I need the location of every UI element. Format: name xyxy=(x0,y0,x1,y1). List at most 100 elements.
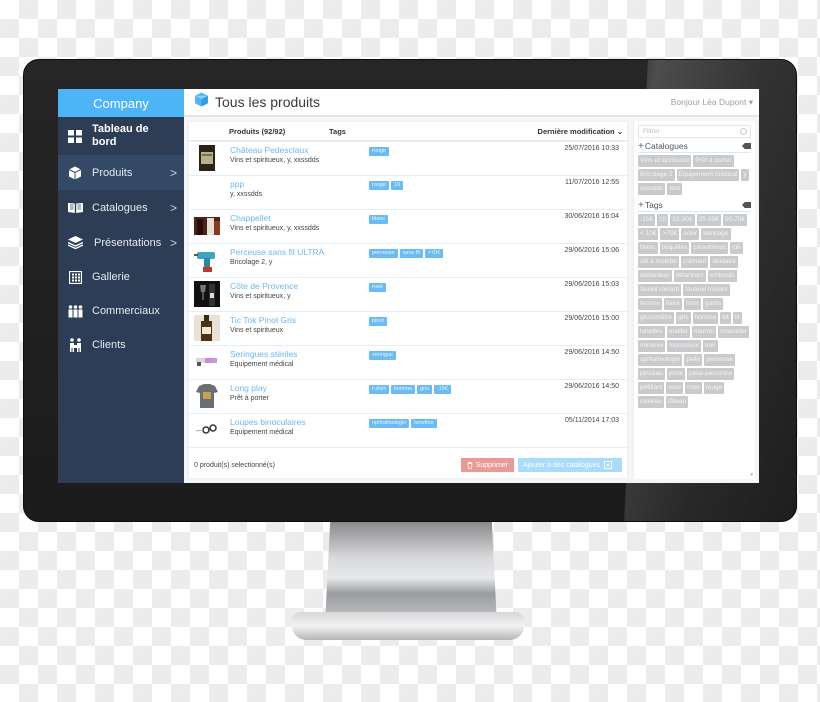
tag-filter-chip[interactable]: pelle xyxy=(684,354,703,366)
scrollbar-arrow[interactable]: ▾ xyxy=(750,472,753,478)
tag-filter-chip[interactable]: rouleau xyxy=(638,396,664,408)
delete-button[interactable]: Supprimer xyxy=(460,458,514,472)
product-thumbnail[interactable] xyxy=(194,213,220,239)
tag-filter-chip[interactable]: pinceau xyxy=(638,368,665,380)
tag-badge[interactable]: ophtalmologie xyxy=(369,419,410,428)
sidebar-item-gallery[interactable]: Gallerie xyxy=(58,260,184,294)
tag-filter-chip[interactable]: blanc xyxy=(638,242,658,254)
catalogue-filter-chip[interactable]: Bricolage 2 xyxy=(638,169,675,181)
tag-badge[interactable]: rouge xyxy=(369,181,390,190)
catalogue-filter-chip[interactable]: xxssdds xyxy=(638,183,666,195)
tag-badge[interactable]: blanc xyxy=(369,215,389,224)
table-row[interactable]: Tic Tok Pinot Gris Vins et spiritueux pi… xyxy=(189,312,627,346)
tag-filter-chip[interactable]: dentaire xyxy=(710,256,738,268)
table-row[interactable]: Loupes binoculaires Equipement médical o… xyxy=(189,414,627,448)
product-name-link[interactable]: Perceuse sans fil ULTRA xyxy=(230,247,369,258)
sidebar-item-presentations[interactable]: Présentations > xyxy=(58,225,184,260)
table-row[interactable]: Seringues stériles Equipement médical se… xyxy=(189,346,627,380)
tag-filter-chip[interactable]: 25-35€ xyxy=(696,214,721,226)
product-thumbnail[interactable] xyxy=(194,417,220,443)
tag-filter-chip[interactable]: caoutchouc xyxy=(691,242,729,254)
tag-filter-chip[interactable]: gants xyxy=(702,298,723,310)
tag-filter-chip[interactable]: lit xyxy=(732,312,742,324)
tag-filter-chip[interactable]: acier xyxy=(681,228,700,240)
sidebar-item-products[interactable]: Produits > xyxy=(58,155,184,190)
clear-tags-icon[interactable] xyxy=(742,202,751,208)
tag-filter-chip[interactable]: mousseux xyxy=(667,340,701,352)
sidebar-item-sales-reps[interactable]: Commerciaux xyxy=(58,294,184,328)
add-to-catalogues-button[interactable]: Ajouter à des catalogues ▲ xyxy=(518,458,622,472)
tag-filter-chip[interactable]: ophtalmologie xyxy=(638,354,683,366)
sidebar-item-dashboard[interactable]: Tableau de bord xyxy=(58,117,184,155)
product-thumbnail[interactable] xyxy=(194,281,220,307)
tag-filter-chip[interactable]: pinot xyxy=(666,368,685,380)
tag-filter-chip[interactable]: noir xyxy=(702,340,718,352)
catalogue-filter-chip[interactable]: Prêt à porter xyxy=(693,155,734,167)
tag-filter-chip[interactable]: massette xyxy=(718,326,749,338)
tag-badge[interactable]: perceuse xyxy=(369,249,398,258)
tag-filter-chip[interactable]: détartreur xyxy=(673,270,706,282)
tag-badge[interactable]: gris xyxy=(417,385,432,394)
clear-catalogues-icon[interactable] xyxy=(742,143,751,149)
tag-filter-chip[interactable]: maillet xyxy=(666,326,690,338)
product-thumbnail[interactable] xyxy=(194,179,220,205)
tag-filter-chip[interactable]: rosé xyxy=(685,382,702,394)
tag-badge[interactable]: rosé xyxy=(369,283,386,292)
tag-badge[interactable]: >70€ xyxy=(424,249,444,258)
product-name-link[interactable]: Loupes binoculaires xyxy=(230,417,369,428)
tag-filter-chip[interactable]: bandage xyxy=(701,228,731,240)
tag-badge[interactable]: lunettes xyxy=(411,419,437,428)
tag-filter-chip[interactable]: minerve xyxy=(638,340,666,352)
tag-filter-chip[interactable]: clé à molette xyxy=(638,256,679,268)
product-name-link[interactable]: Côte de Provence xyxy=(230,281,369,292)
product-name-link[interactable]: Seringues stériles xyxy=(230,349,369,360)
product-thumbnail[interactable] xyxy=(194,349,220,375)
tag-filter-chip[interactable]: béquilles xyxy=(659,242,690,254)
product-name-link[interactable]: Chappellet xyxy=(230,213,369,224)
tag-filter-chip[interactable]: fauteil roulant xyxy=(638,284,682,296)
table-row[interactable]: Chappellet Vins et spiritueux, y, xxssdd… xyxy=(189,210,627,244)
tag-filter-chip[interactable]: homme xyxy=(692,312,719,324)
tag-badge[interactable]: t-shirt xyxy=(369,385,389,394)
tag-badge[interactable]: seringue xyxy=(369,351,397,360)
tag-filter-chip[interactable]: clé xyxy=(730,242,743,254)
tag-filter-chip[interactable]: fauteuil roulant xyxy=(683,284,730,296)
tag-filter-chip[interactable]: femme xyxy=(638,298,662,310)
tags-section-header[interactable]: + Tags xyxy=(638,199,751,212)
column-header-date[interactable]: Dernière modification ⌄ xyxy=(504,127,627,136)
sidebar-item-catalogues[interactable]: Catalogues > xyxy=(58,190,184,225)
user-menu[interactable]: Bonjour Léa Dupont ▾ xyxy=(671,97,753,108)
tag-badge[interactable]: homme xyxy=(390,385,416,394)
product-thumbnail[interactable] xyxy=(194,145,220,171)
tag-badge[interactable]: sans fil xyxy=(399,249,423,258)
product-name-link[interactable]: Tic Tok Pinot Gris xyxy=(230,315,369,326)
tag-filter-chip[interactable]: 10 xyxy=(657,214,669,226)
tag-filter-chip[interactable]: râteau xyxy=(665,396,689,408)
tag-badge[interactable]: rouge xyxy=(369,147,390,156)
product-name-link[interactable]: ppp xyxy=(230,179,369,190)
catalogue-filter-chip[interactable]: y xyxy=(741,169,749,181)
tag-filter-chip[interactable]: -15€ xyxy=(638,214,656,226)
table-row[interactable]: ppp y, xxssdds rouge 10 11/07/2016 12:55 xyxy=(189,176,627,210)
tag-filter-chip[interactable]: crémant xyxy=(680,256,709,268)
tag-filter-chip[interactable]: >70€ xyxy=(660,228,680,240)
column-header-tags[interactable]: Tags xyxy=(329,127,504,136)
column-header-products[interactable]: Produits (92/92) xyxy=(189,127,329,136)
table-row[interactable]: Château Pedesclaux Vins et spiritueux, y… xyxy=(189,142,627,176)
tag-filter-chip[interactable]: flaire xyxy=(663,298,682,310)
tag-badge[interactable]: -15€ xyxy=(433,385,451,394)
table-row[interactable]: Perceuse sans fil ULTRA Bricolage 2, y p… xyxy=(189,244,627,278)
catalogue-filter-chip[interactable]: Equipement médical xyxy=(676,169,740,181)
brand-logo[interactable]: Company xyxy=(58,89,184,117)
tag-filter-chip[interactable]: pèse-personne xyxy=(686,368,735,380)
filter-input[interactable]: Filtrer xyxy=(638,125,751,138)
tag-filter-chip[interactable]: < 10€ xyxy=(638,228,659,240)
sidebar-item-clients[interactable]: Clients xyxy=(58,328,184,362)
tag-filter-chip[interactable]: embouts xyxy=(707,270,737,282)
tag-filter-chip[interactable]: pétillant xyxy=(638,382,665,394)
catalogues-section-header[interactable]: + Catalogues xyxy=(638,140,751,153)
tag-filter-chip[interactable]: rouge xyxy=(703,382,725,394)
catalogue-filter-chip[interactable]: test xyxy=(667,183,682,195)
tag-badge[interactable]: 10 xyxy=(391,181,404,190)
table-row[interactable]: Côte de Provence Vins et spiritueux, y r… xyxy=(189,278,627,312)
